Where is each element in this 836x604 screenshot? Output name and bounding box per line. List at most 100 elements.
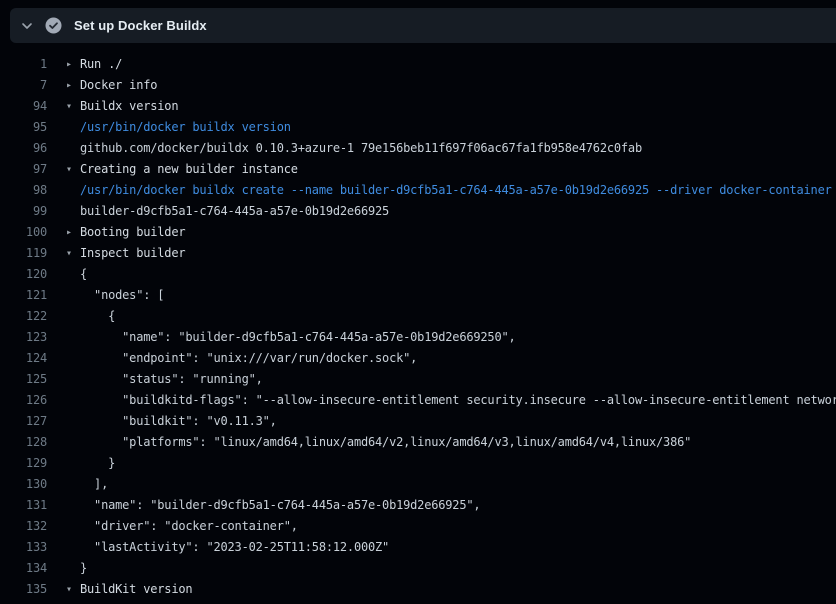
arrow-spacer [66,390,80,411]
line-number-link[interactable]: 129 [0,453,47,474]
arrow-spacer [66,264,80,285]
arrow-spacer [66,516,80,537]
triangle-down-icon[interactable]: ▾ [66,96,80,117]
arrow-spacer [66,285,80,306]
group-label[interactable]: Docker info [80,75,157,96]
log-text: "status": "running", [80,369,263,390]
line-number-link[interactable]: 1 [0,54,47,75]
line-number-link[interactable]: 135 [0,579,47,600]
triangle-down-icon[interactable]: ▾ [66,243,80,264]
arrow-spacer [66,117,80,138]
log-text: "nodes": [ [80,285,164,306]
log-line: 132 "driver": "docker-container", [0,516,836,537]
command-text: /usr/bin/docker buildx version [80,117,291,138]
log-line[interactable]: 7 ▸Docker info [0,75,836,96]
log-line: 120{ [0,264,836,285]
log-text: { [80,306,115,327]
log-text: } [80,453,115,474]
line-number-link[interactable]: 125 [0,369,47,390]
group-label[interactable]: Run ./ [80,54,122,75]
group-label[interactable]: Booting builder [80,222,185,243]
log-line[interactable]: 100 ▸Booting builder [0,222,836,243]
group-label[interactable]: BuildKit version [80,579,192,600]
line-number-link[interactable]: 94 [0,96,47,117]
triangle-right-icon[interactable]: ▸ [66,222,80,243]
line-number-link[interactable]: 97 [0,159,47,180]
log-line: 125 "status": "running", [0,369,836,390]
arrow-spacer [66,453,80,474]
line-number-link[interactable]: 132 [0,516,47,537]
line-number-link[interactable]: 120 [0,264,47,285]
log-line: 99 builder-d9cfb5a1-c764-445a-a57e-0b19d2… [0,201,836,222]
log-text: "name": "builder-d9cfb5a1-c764-445a-a57e… [80,495,480,516]
log-line: 96 github.com/docker/buildx 0.10.3+azure-… [0,138,836,159]
step-header[interactable]: Set up Docker Buildx [10,8,836,43]
log-text: github.com/docker/buildx 0.10.3+azure-1 … [80,138,642,159]
arrow-spacer [66,306,80,327]
line-number-link[interactable]: 121 [0,285,47,306]
group-label[interactable]: Buildx version [80,96,178,117]
log-line[interactable]: 119 ▾Inspect builder [0,243,836,264]
line-number-link[interactable]: 122 [0,306,47,327]
log-line: 129 } [0,453,836,474]
line-number-link[interactable]: 133 [0,537,47,558]
log-line[interactable]: 97 ▾Creating a new builder instance [0,159,836,180]
log-line[interactable]: 135 ▾BuildKit version [0,579,836,600]
log-line: 131 "name": "builder-d9cfb5a1-c764-445a-… [0,495,836,516]
log-text: "driver": "docker-container", [80,516,298,537]
log-line: 130 ], [0,474,836,495]
log-line: 123 "name": "builder-d9cfb5a1-c764-445a-… [0,327,836,348]
log-lines: 1▸Run ./7▸Docker info94▾Buildx version95… [0,54,836,604]
line-number-link[interactable]: 98 [0,180,47,201]
line-number-link[interactable]: 131 [0,495,47,516]
step-title: Set up Docker Buildx [74,18,207,33]
log-line: 95/usr/bin/docker buildx version [0,117,836,138]
log-line: 134} [0,558,836,579]
group-label[interactable]: Creating a new builder instance [80,159,298,180]
triangle-right-icon[interactable]: ▸ [66,54,80,75]
line-number-link[interactable]: 128 [0,432,47,453]
line-number-link[interactable]: 134 [0,558,47,579]
group-label[interactable]: Inspect builder [80,243,185,264]
triangle-right-icon[interactable]: ▸ [66,75,80,96]
log-text: builder-d9cfb5a1-c764-445a-a57e-0b19d2e6… [80,201,389,222]
triangle-down-icon[interactable]: ▾ [66,159,80,180]
log-line: 128 "platforms": "linux/amd64,linux/amd6… [0,432,836,453]
arrow-spacer [66,180,80,201]
line-number-link[interactable]: 95 [0,117,47,138]
arrow-spacer [66,558,80,579]
arrow-spacer [66,138,80,159]
line-number-link[interactable]: 123 [0,327,47,348]
log-line[interactable]: 1 ▸Run ./ [0,54,836,75]
arrow-spacer [66,327,80,348]
line-number-link[interactable]: 127 [0,411,47,432]
chevron-down-icon[interactable] [19,18,35,34]
line-number-link[interactable]: 7 [0,75,47,96]
arrow-spacer [66,201,80,222]
log-line: 136 builder-d9cfb5a1-c764-445a-a57e-0b19d… [0,600,836,604]
triangle-down-icon[interactable]: ▾ [66,579,80,600]
log-text: "buildkitd-flags": "--allow-insecure-ent… [80,390,836,411]
line-number-link[interactable]: 130 [0,474,47,495]
command-text: /usr/bin/docker buildx create --name bui… [80,180,832,201]
line-number-link[interactable]: 99 [0,201,47,222]
arrow-spacer [66,411,80,432]
arrow-spacer [66,495,80,516]
log-text: "endpoint": "unix:///var/run/docker.sock… [80,348,417,369]
line-number-link[interactable]: 136 [0,600,47,604]
log-text: "buildkit": "v0.11.3", [80,411,277,432]
log-text: "name": "builder-d9cfb5a1-c764-445a-a57e… [80,327,516,348]
log-viewer: 1▸Run ./7▸Docker info94▾Buildx version95… [0,43,836,604]
line-number-link[interactable]: 126 [0,390,47,411]
log-line[interactable]: 94 ▾Buildx version [0,96,836,117]
line-number-link[interactable]: 96 [0,138,47,159]
arrow-spacer [66,600,80,604]
log-text: builder-d9cfb5a1-c764-445a-a57e-0b19d2e6… [80,600,459,604]
line-number-link[interactable]: 100 [0,222,47,243]
log-line: 126 "buildkitd-flags": "--allow-insecure… [0,390,836,411]
log-text: } [80,558,87,579]
arrow-spacer [66,537,80,558]
log-line: 121 "nodes": [ [0,285,836,306]
line-number-link[interactable]: 124 [0,348,47,369]
line-number-link[interactable]: 119 [0,243,47,264]
